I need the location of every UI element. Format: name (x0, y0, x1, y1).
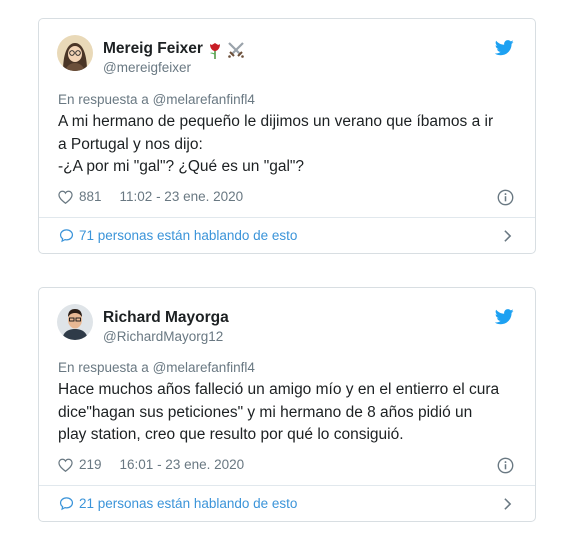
author-name-row[interactable]: Mereig Feixer (103, 40, 244, 59)
like-count[interactable]: 881 (79, 189, 102, 204)
reply-to-link[interactable]: @melarefanfinfl4 (153, 360, 255, 375)
speech-bubble-icon (59, 229, 74, 243)
twitter-bird-icon[interactable] (495, 40, 514, 56)
info-icon[interactable] (497, 457, 514, 474)
crossed-swords-icon (227, 41, 244, 58)
timestamp[interactable]: 16:01 - 23 ene. 2020 (120, 457, 245, 472)
chevron-right-icon[interactable] (503, 497, 512, 511)
chevron-right-icon[interactable] (503, 229, 512, 243)
conversation-label[interactable]: 21 personas están hablando de esto (79, 496, 297, 511)
reply-prefix: En respuesta a (58, 360, 149, 375)
tweet-text-line: dice"hagan sus peticiones" y mi hermano … (58, 403, 473, 421)
rose-icon (207, 41, 223, 59)
tweet-meta: 219 16:01 - 23 ene. 2020 (58, 457, 244, 472)
like-count[interactable]: 219 (79, 457, 102, 472)
author-name[interactable]: Mereig Feixer (103, 40, 203, 58)
tweet-text-line: A mi hermano de pequeño le dijimos un ve… (58, 113, 494, 130)
tweet-text: A mi hermano de pequeño le dijimos un ve… (58, 111, 528, 179)
tweet-text-line: play station, creo que resulto por qué l… (58, 426, 404, 443)
avatar[interactable] (57, 304, 93, 340)
conversation-label[interactable]: 71 personas están hablando de esto (79, 228, 297, 243)
author-handle[interactable]: @RichardMayorg12 (103, 329, 223, 344)
twitter-bird-icon[interactable] (495, 309, 514, 325)
tweet-text: Hace muchos años falleció un amigo mío y… (58, 379, 528, 447)
author-handle[interactable]: @mereigfeixer (103, 60, 191, 75)
reply-context: En respuesta a @melarefanfinfl4 (58, 360, 255, 375)
tweet-meta: 881 11:02 - 23 ene. 2020 (58, 189, 243, 204)
tweet-text-line: a Portugal y nos dijo: (58, 135, 203, 153)
tweet-card[interactable]: Richard Mayorga @RichardMayorg12 En resp… (38, 287, 536, 522)
speech-bubble-icon (59, 497, 74, 511)
author-name[interactable]: Richard Mayorga (103, 309, 229, 327)
tweet-text-line: Hace muchos años falleció un amigo mío y… (58, 381, 500, 398)
info-icon[interactable] (497, 189, 514, 206)
reply-context: En respuesta a @melarefanfinfl4 (58, 92, 255, 107)
heart-icon[interactable] (58, 190, 73, 204)
divider (39, 217, 535, 218)
avatar[interactable] (57, 35, 93, 71)
timestamp[interactable]: 11:02 - 23 ene. 2020 (120, 189, 244, 204)
conversation-link[interactable]: 21 personas están hablando de esto (59, 496, 297, 511)
heart-icon[interactable] (58, 458, 73, 472)
tweet-text-line: -¿A por mi "gal"? ¿Qué es un "gal"? (58, 158, 305, 175)
conversation-link[interactable]: 71 personas están hablando de esto (59, 228, 297, 243)
tweet-card[interactable]: Mereig Feixer @mereigfeixer En respuesta… (38, 18, 536, 254)
author-name-row[interactable]: Richard Mayorga (103, 309, 229, 327)
reply-to-link[interactable]: @melarefanfinfl4 (153, 92, 255, 107)
reply-prefix: En respuesta a (58, 92, 149, 107)
divider (39, 485, 535, 486)
